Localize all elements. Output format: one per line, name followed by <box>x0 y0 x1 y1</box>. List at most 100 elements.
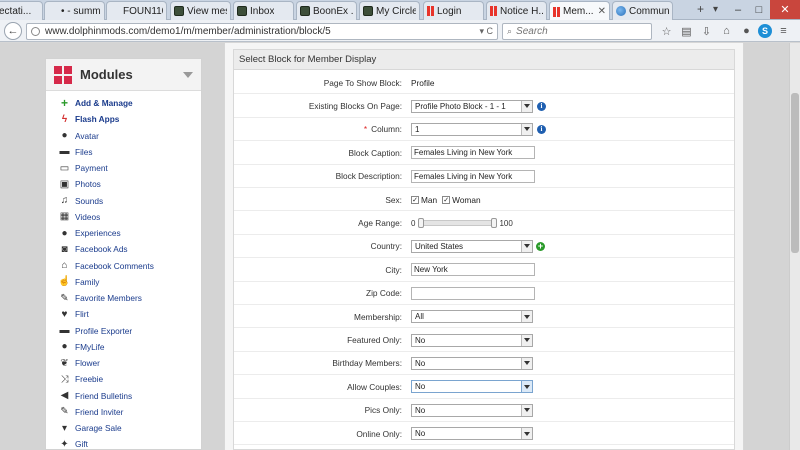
music-icon: ♫ <box>60 195 69 207</box>
sidebar-item-gift[interactable]: ✦ Gift <box>46 436 201 449</box>
plus-icon: + <box>60 96 68 111</box>
chevron-down-icon[interactable] <box>183 71 193 78</box>
sidebar-item-flirt[interactable]: ♥ Flirt <box>46 306 201 322</box>
reload-icon[interactable]: ▾ C <box>479 26 493 37</box>
age-max-handle[interactable] <box>491 218 498 229</box>
row-caption: Block Caption: <box>234 141 734 165</box>
membership-select[interactable]: All <box>411 310 533 324</box>
sidebar-item-experiences[interactable]: ● Experiences <box>46 225 201 241</box>
sidebar-item-friend-inviter[interactable]: ✎ Friend Inviter <box>46 404 201 420</box>
sidebar-item-sounds[interactable]: ♫ Sounds <box>46 193 201 209</box>
bookmark-star-icon[interactable]: ☆ <box>658 23 675 39</box>
sidebar-item-fmylife[interactable]: ● FMyLife <box>46 339 201 355</box>
address-bar[interactable]: ▾ C <box>26 23 498 40</box>
chevron-down-icon <box>521 404 532 416</box>
sex-man-checkbox[interactable]: ✓ <box>411 195 419 204</box>
new-tab-button[interactable]: + <box>697 2 704 16</box>
column-select[interactable]: 1 <box>411 122 533 136</box>
existing-blocks-select[interactable]: Profile Photo Block - 1 - 1 <box>411 99 533 113</box>
country-select[interactable]: United States <box>411 239 533 253</box>
back-button[interactable]: ← <box>4 22 22 40</box>
tab-9-active[interactable]: Mem... ✕ <box>549 1 610 21</box>
info-icon[interactable]: i <box>537 101 546 111</box>
sex-woman-checkbox[interactable]: ✓ <box>442 195 451 204</box>
search-input[interactable] <box>516 26 642 37</box>
sidebar-item-favorite-members[interactable]: ✎ Favorite Members <box>46 290 201 306</box>
description-input[interactable] <box>411 169 535 183</box>
caption-input[interactable] <box>411 146 535 160</box>
city-input[interactable] <box>411 263 535 277</box>
sidebar-item-payment[interactable]: ▭ Payment <box>46 160 201 176</box>
site-identity-icon[interactable] <box>31 27 40 36</box>
tab-0[interactable]: ectati... <box>0 1 43 20</box>
online-select[interactable]: No <box>411 427 533 441</box>
favicon-icon <box>174 6 184 16</box>
tab-10[interactable]: Commun... <box>612 1 673 20</box>
modules-title: Modules <box>80 67 133 82</box>
sidebar-item-files[interactable]: ▬ Files <box>46 144 201 160</box>
reading-list-icon[interactable]: ▤ <box>678 23 695 39</box>
page-scrollbar[interactable] <box>789 43 800 450</box>
pics-select[interactable]: No <box>411 403 533 417</box>
minimize-button[interactable]: – <box>727 0 749 19</box>
url-input[interactable] <box>45 26 465 37</box>
sidebar-item-videos[interactable]: ▦ Videos <box>46 209 201 225</box>
sidebar-item-freebie[interactable]: ⤨ Freebie <box>46 371 201 387</box>
sidebar-item-flower[interactable]: ❦ Flower <box>46 355 201 371</box>
sidebar-item-facebook-ads[interactable]: ◙ Facebook Ads <box>46 241 201 257</box>
featured-select[interactable]: No <box>411 333 533 347</box>
sidebar-item-add-manage[interactable]: + Add & Manage <box>46 95 201 111</box>
search-box[interactable]: ⌕ <box>502 23 652 40</box>
maximize-button[interactable]: □ <box>748 0 770 19</box>
existing-blocks-label: Existing Blocks On Page: <box>308 101 402 112</box>
tab-8[interactable]: Notice H... <box>486 1 547 20</box>
tab-3[interactable]: View mes... <box>170 1 231 20</box>
film-icon: ▦ <box>59 211 70 223</box>
pause-bar-icon <box>427 6 430 16</box>
add-country-icon[interactable]: + <box>536 241 545 251</box>
sidebar-item-profile-exporter[interactable]: ▬ Profile Exporter <box>46 323 201 339</box>
photo-icon: ▣ <box>59 178 70 190</box>
chevron-down-icon <box>521 381 532 393</box>
tab-4[interactable]: Inbox <box>233 1 294 20</box>
scrollbar-thumb[interactable] <box>791 93 799 253</box>
row-pics: Pics Only: No <box>234 399 734 422</box>
sidebar-item-friend-bulletins[interactable]: ◀ Friend Bulletins <box>46 388 201 404</box>
tab-5[interactable]: BoonEx ... <box>296 1 357 20</box>
globe-icon <box>616 6 626 16</box>
chevron-down-icon <box>521 100 532 112</box>
sidebar-item-flash-apps[interactable]: ϟ Flash Apps <box>46 111 201 127</box>
sidebar-item-family[interactable]: ☝ Family <box>46 274 201 290</box>
skype-icon[interactable]: S <box>758 24 772 38</box>
sidebar-item-facebook-comments[interactable]: ⌂ Facebook Comments <box>46 258 201 274</box>
age-range-slider[interactable] <box>418 218 498 229</box>
chat-icon[interactable]: ● <box>738 23 755 39</box>
home-icon[interactable]: ⌂ <box>718 23 735 39</box>
online-label: Online Only: <box>356 428 402 439</box>
modules-header[interactable]: Modules <box>46 59 201 91</box>
row-membership: Membership: All <box>234 305 734 329</box>
birthday-select[interactable]: No <box>411 356 533 370</box>
sidebar-item-photos[interactable]: ▣ Photos <box>46 176 201 192</box>
tab-list-button[interactable]: ▾ <box>713 4 718 15</box>
window-close-button[interactable]: ✕ <box>770 0 800 19</box>
birthday-label: Birthday Members: <box>332 358 402 369</box>
search-icon: ⌕ <box>507 26 513 36</box>
sidebar-item-garage-sale[interactable]: ▾ Garage Sale <box>46 420 201 436</box>
tab-6[interactable]: My Circle... <box>359 1 420 20</box>
home-icon: ⌂ <box>61 260 68 272</box>
age-min-handle[interactable] <box>418 218 425 229</box>
zip-input[interactable] <box>411 286 535 300</box>
tab-2[interactable]: FOUN1101_3:... <box>106 1 167 20</box>
download-icon[interactable]: ⇩ <box>698 23 715 39</box>
sidebar-item-avatar[interactable]: ● Avatar <box>46 128 201 144</box>
menu-icon[interactable]: ≡ <box>775 23 792 39</box>
couples-select[interactable]: No <box>411 380 533 394</box>
close-tab-icon[interactable]: ✕ <box>596 6 606 17</box>
tab-label: Inbox <box>250 5 275 17</box>
pencil-icon: ✎ <box>60 406 69 418</box>
info-icon[interactable]: i <box>537 124 546 134</box>
tab-7[interactable]: Login <box>423 1 484 20</box>
tab-1[interactable]: • - summer st... <box>44 1 105 20</box>
modules-sidebar: Modules + Add & Manage ϟ Flash Apps ● Avata… <box>45 58 202 450</box>
